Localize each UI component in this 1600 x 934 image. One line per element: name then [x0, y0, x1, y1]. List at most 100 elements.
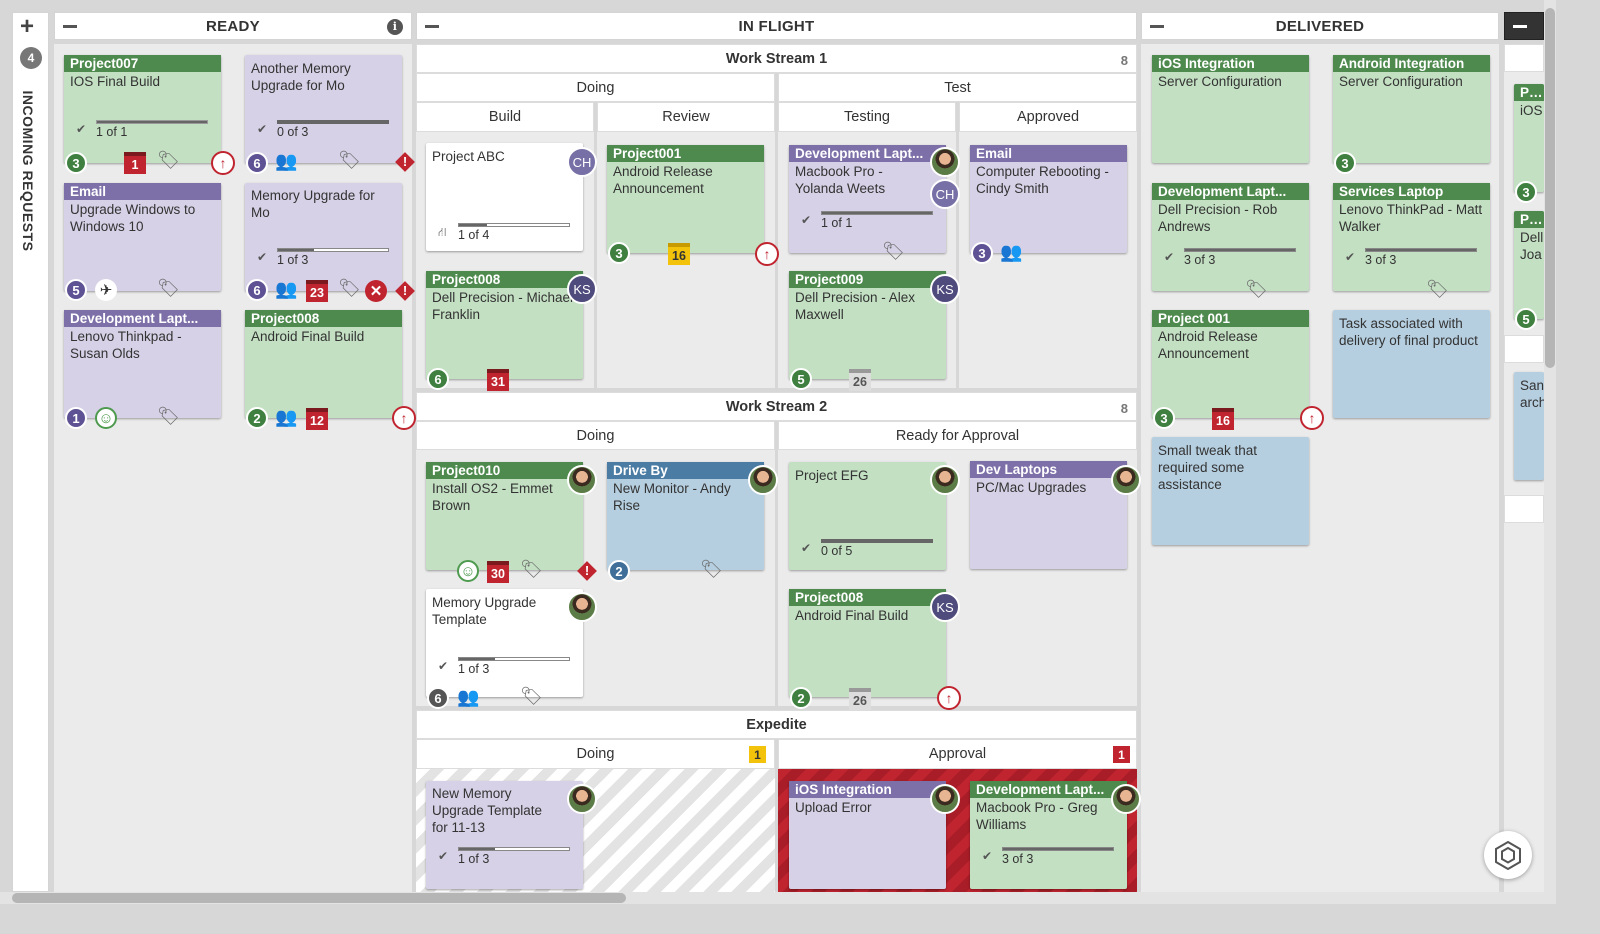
- card-w6[interactable]: Project009 Dell Precision - Alex Maxwell: [789, 271, 946, 379]
- tag-icon[interactable]: 🏷: [1426, 279, 1449, 299]
- assignee-avatar[interactable]: KS: [930, 592, 960, 622]
- assignee-avatar[interactable]: [748, 465, 778, 495]
- lane-header-ws1-test[interactable]: Test: [778, 73, 1137, 102]
- card-s4[interactable]: Dev Laptops PC/Mac Upgrades: [970, 461, 1127, 569]
- lane-header-approved[interactable]: Approved: [959, 102, 1137, 132]
- card-e1[interactable]: New Memory Upgrade Template for 11-13 ✔ …: [426, 781, 583, 889]
- card-w1[interactable]: Project ABC ⛙ 1 of 4: [426, 143, 583, 251]
- card-d1[interactable]: iOS Integration Server Configuration: [1152, 55, 1309, 163]
- collapse-icon[interactable]: [1150, 25, 1164, 28]
- card-r1[interactable]: Project007 IOS Final Build ✔ 1 of 1: [64, 55, 221, 163]
- assignee-avatar[interactable]: [1111, 784, 1141, 814]
- card-x3[interactable]: San arch: [1514, 372, 1544, 480]
- column-header-ready[interactable]: READY i: [54, 12, 412, 40]
- assignee-avatar[interactable]: KS: [567, 274, 597, 304]
- horizontal-scrollbar-thumb[interactable]: [12, 893, 626, 903]
- card-d5[interactable]: Project 001 Android Release Announcement: [1152, 310, 1309, 418]
- checklist-progress: ✔ 3 of 3: [1164, 248, 1304, 267]
- lane-header-ws2[interactable]: Work Stream 2 8: [416, 392, 1137, 421]
- lane-header-ws1[interactable]: Work Stream 1 8: [416, 44, 1137, 73]
- size-badge: 5: [790, 368, 812, 390]
- lane-header-expedite-approval[interactable]: Approval 1: [778, 739, 1137, 769]
- collapse-icon[interactable]: [63, 25, 77, 28]
- card-s5[interactable]: Memory Upgrade Template ✔ 1 of 3: [426, 589, 583, 697]
- tag-icon[interactable]: 🏷: [338, 278, 361, 298]
- card-s3[interactable]: Project EFG ✔ 0 of 5: [789, 462, 946, 570]
- assignee-avatar[interactable]: KS: [930, 274, 960, 304]
- card-s1[interactable]: Project010 Install OS2 - Emmet Brown: [426, 462, 583, 570]
- column-header-inflight[interactable]: IN FLIGHT: [416, 12, 1137, 40]
- tag-icon[interactable]: 🏷: [882, 241, 905, 261]
- lane-header-ws1-doing[interactable]: Doing: [416, 73, 775, 102]
- card-w5[interactable]: Project008 Dell Precision - Michael Fran…: [426, 271, 583, 379]
- card-s2[interactable]: Drive By New Monitor - Andy Rise: [607, 462, 764, 570]
- card-w4[interactable]: Email Computer Rebooting - Cindy Smith: [970, 145, 1127, 253]
- card-r3[interactable]: Email Upgrade Windows to Windows 10: [64, 183, 221, 291]
- lane-header-expedite-doing[interactable]: Doing 1: [416, 739, 775, 769]
- wip-count-badge: 1: [749, 746, 766, 763]
- card-title: Dell Precision - Rob Andrews: [1158, 202, 1278, 234]
- assignee-avatar[interactable]: [567, 465, 597, 495]
- card-d7[interactable]: Small tweak that required some assistanc…: [1152, 437, 1309, 545]
- horizontal-scrollbar-track[interactable]: [0, 892, 1556, 904]
- card-d4[interactable]: Services Laptop Lenovo ThinkPad - Matt W…: [1333, 183, 1490, 291]
- card-d3[interactable]: Development Lapt... Dell Precision - Rob…: [1152, 183, 1309, 291]
- tag-icon[interactable]: 🏷: [157, 150, 180, 170]
- lane-header-testing[interactable]: Testing: [778, 102, 956, 132]
- card-w3[interactable]: Development Lapt... Macbook Pro - Yoland…: [789, 145, 946, 253]
- card-r6[interactable]: Project008 Android Final Build: [245, 310, 402, 418]
- column-header-delivered[interactable]: DELIVERED: [1141, 12, 1499, 40]
- progress-text: 0 of 3: [277, 125, 309, 139]
- assignee-avatar[interactable]: CH: [567, 147, 597, 177]
- card-title: Macbook Pro - Greg Williams: [976, 800, 1098, 832]
- card-r4[interactable]: Memory Upgrade for Mo ✔ 1 of 3: [245, 183, 402, 291]
- lane-header-review[interactable]: Review: [597, 102, 775, 132]
- card-header: Project009: [789, 271, 946, 288]
- tag-icon[interactable]: 🏷: [157, 406, 180, 426]
- info-icon[interactable]: i: [387, 19, 403, 35]
- assignee-avatar[interactable]: [930, 784, 960, 814]
- card-title: Another Memory Upgrade for Mo: [251, 61, 351, 93]
- tag-icon[interactable]: 🏷: [157, 278, 180, 298]
- tag-icon[interactable]: 🏷: [1245, 279, 1268, 299]
- add-icon[interactable]: +: [20, 13, 34, 41]
- assignee-avatar[interactable]: [930, 147, 960, 177]
- progress-text: 1 of 4: [458, 228, 490, 242]
- vertical-scrollbar-track[interactable]: [1544, 0, 1556, 892]
- card-w2[interactable]: Project001 Android Release Announcement: [607, 145, 764, 253]
- app-logo-button[interactable]: [1484, 831, 1532, 879]
- card-r5[interactable]: Development Lapt... Lenovo Thinkpad - Su…: [64, 310, 221, 418]
- card-header: Project007: [64, 55, 221, 72]
- incoming-requests-strip[interactable]: + 4 INCOMING REQUESTS: [12, 12, 49, 892]
- assignee-avatar[interactable]: [1111, 465, 1141, 495]
- vertical-scrollbar-thumb[interactable]: [1545, 8, 1555, 368]
- assignee-avatar[interactable]: [567, 784, 597, 814]
- assignee-avatar[interactable]: [930, 465, 960, 495]
- assignee-avatar[interactable]: [567, 592, 597, 622]
- tag-icon[interactable]: 🏷: [520, 686, 543, 706]
- check-icon: ✔: [801, 541, 812, 555]
- column-header-archive[interactable]: [1504, 12, 1544, 40]
- lane-header-ready-for-approval[interactable]: Ready for Approval: [778, 421, 1137, 450]
- card-e2[interactable]: iOS Integration Upload Error: [789, 781, 946, 889]
- card-d2[interactable]: Android Integration Server Configuration: [1333, 55, 1490, 163]
- collapse-icon[interactable]: [425, 25, 439, 28]
- card-d6[interactable]: Task associated with delivery of final p…: [1333, 310, 1490, 418]
- card-header: Services Laptop: [1333, 183, 1490, 200]
- calendar-icon: 26: [849, 369, 871, 391]
- assignee-avatar[interactable]: CH: [930, 179, 960, 209]
- lane-header-expedite[interactable]: Expedite: [416, 710, 1137, 739]
- lane-header-ws2-doing[interactable]: Doing: [416, 421, 775, 450]
- tag-icon[interactable]: 🏷: [700, 559, 723, 579]
- card-e3[interactable]: Development Lapt... Macbook Pro - Greg W…: [970, 781, 1127, 889]
- card-x2[interactable]: Pro Dell Joa: [1514, 211, 1544, 319]
- tag-icon[interactable]: 🏷: [520, 559, 543, 579]
- card-s6[interactable]: Project008 Android Final Build: [789, 589, 946, 697]
- card-x1[interactable]: Pro iOS: [1514, 84, 1544, 192]
- size-badge: 2: [608, 560, 630, 582]
- lane-header-build[interactable]: Build: [416, 102, 594, 132]
- collapse-icon[interactable]: [1513, 25, 1527, 28]
- card-r2[interactable]: Another Memory Upgrade for Mo ✔ 0 of 3: [245, 55, 402, 163]
- tag-icon[interactable]: 🏷: [338, 150, 361, 170]
- card-header: Development Lapt...: [970, 781, 1127, 798]
